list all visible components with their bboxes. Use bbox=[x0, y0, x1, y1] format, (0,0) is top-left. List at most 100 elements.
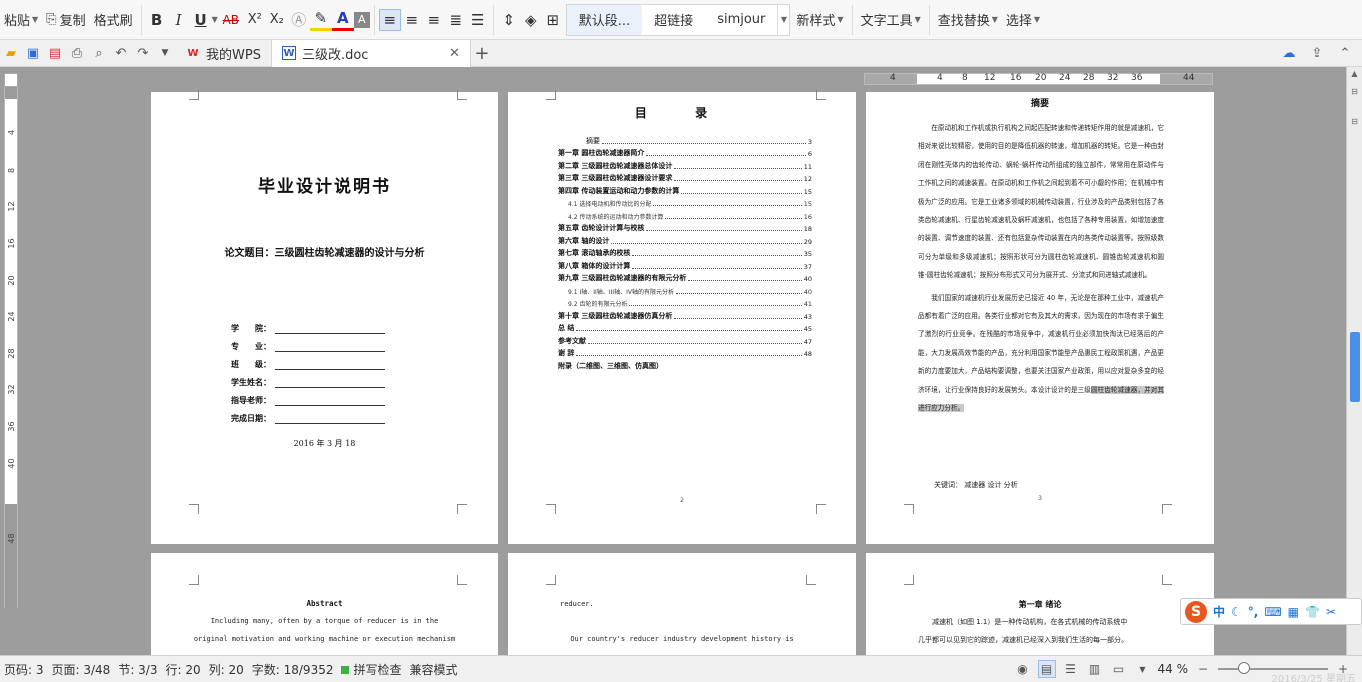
skin-icon[interactable]: 👕 bbox=[1305, 605, 1320, 619]
style-simjour[interactable]: simjour bbox=[705, 5, 777, 35]
vertical-ruler[interactable]: 4 8 12 16 20 24 28 32 36 40 48 bbox=[4, 73, 18, 609]
toc-entry[interactable]: 第十章 三级圆柱齿轮减速器仿真分析 43 bbox=[558, 308, 812, 321]
redo-icon[interactable]: ↷ bbox=[132, 42, 154, 64]
subscript-button[interactable]: X₂ bbox=[266, 5, 288, 35]
vertical-scrollbar[interactable]: ▲ ⊟ ⊟ bbox=[1346, 67, 1362, 655]
status-words[interactable]: 字数: 18/9352 bbox=[248, 661, 338, 678]
tools-icon[interactable]: ✂ bbox=[1326, 605, 1336, 619]
open-folder-icon[interactable]: ▰ bbox=[0, 42, 22, 64]
page-chapter1[interactable]: 第一章 绪论 减速机（如图 1.1）是一种传动机构，在各式机械的传动系统中 几乎… bbox=[866, 553, 1214, 655]
toc-entry[interactable]: 第九章 三级圆柱齿轮减速器的有限元分析 40 bbox=[558, 271, 812, 283]
toc-entry[interactable]: 第五章 齿轮设计计算与校核 18 bbox=[558, 221, 812, 233]
text-tools-button[interactable]: 文字工具 ▼ bbox=[857, 5, 925, 35]
page-cover[interactable]: 毕业设计说明书 论文题目：三级圆柱齿轮减速器的设计与分析 学 院： 专 业： 班… bbox=[151, 90, 498, 544]
border-icon[interactable]: ⊞ bbox=[542, 5, 564, 35]
copy-button[interactable]: ⎘ 复制 bbox=[42, 5, 89, 35]
toc-entry[interactable]: 4.2 传动系统的运动和动力参数计算 16 bbox=[558, 208, 812, 221]
zoom-out-icon[interactable]: − bbox=[1194, 660, 1212, 678]
share-icon[interactable]: ⇪ bbox=[1306, 42, 1328, 64]
status-page[interactable]: 页面: 3/48 bbox=[48, 661, 115, 678]
page-view-icon[interactable]: ▤ bbox=[1037, 660, 1056, 678]
scrollbar-thumb[interactable] bbox=[1350, 332, 1360, 402]
align-right-icon[interactable]: ≡ bbox=[423, 5, 445, 35]
paste-button[interactable]: 粘贴 ▼ bbox=[0, 5, 42, 35]
eye-protect-icon[interactable]: ◉ bbox=[1014, 660, 1032, 678]
outline-view-icon[interactable]: ☰ bbox=[1062, 660, 1080, 678]
bold-button[interactable]: B bbox=[146, 5, 168, 35]
strikethrough-button[interactable]: AB bbox=[218, 5, 244, 35]
line-spacing-icon[interactable]: ⇕ bbox=[498, 5, 520, 35]
toc-entry[interactable]: 4.1 选择电动机和传动比的分配 15 bbox=[558, 196, 812, 208]
shading-icon[interactable]: ◈ bbox=[520, 5, 542, 35]
toc-entry[interactable]: 9.1 I轴、II轴、III轴、IV轴的有限元分析 40 bbox=[558, 283, 812, 296]
web-view-icon[interactable]: ▥ bbox=[1086, 660, 1104, 678]
keyboard-icon[interactable]: ⌨ bbox=[1264, 605, 1281, 619]
pdf-icon[interactable]: ▤ bbox=[44, 42, 66, 64]
toc-entry[interactable]: 参考文献 47 bbox=[558, 333, 812, 346]
toc-entry[interactable]: 第二章 三级圆柱齿轮减速器总体设计 11 bbox=[558, 158, 812, 171]
zoom-level[interactable]: 44 % bbox=[1158, 662, 1189, 676]
page-abstract-en[interactable]: Abstract Including many, often by a torq… bbox=[151, 553, 498, 655]
page-abstract-en-2[interactable]: reducer. Our country's reducer industry … bbox=[508, 553, 856, 655]
italic-button[interactable]: I bbox=[168, 5, 190, 35]
sogou-logo-icon[interactable]: S bbox=[1185, 600, 1207, 623]
select-button[interactable]: 选择 ▼ bbox=[1002, 5, 1044, 35]
page-toc[interactable]: 目 录 摘要 3 第一章 圆柱齿轮减速器简介 6 第二章 三级圆柱齿轮减速器总体设计 11… bbox=[508, 90, 856, 544]
punctuation-icon[interactable]: °, bbox=[1248, 605, 1259, 619]
view-dropdown-icon[interactable]: ▼ bbox=[1134, 660, 1152, 678]
save-icon[interactable]: ▣ bbox=[22, 42, 44, 64]
style-default[interactable]: 默认段... bbox=[566, 4, 643, 35]
tab-document[interactable]: W 三级改.doc ✕ bbox=[270, 39, 471, 67]
status-page-code[interactable]: 页码: 3 bbox=[0, 661, 48, 678]
customize-dropdown-icon[interactable]: ▼ bbox=[154, 42, 176, 64]
char-shading-icon[interactable]: A bbox=[353, 11, 370, 28]
ruler-corner[interactable] bbox=[4, 73, 18, 87]
find-replace-button[interactable]: 查找替换 ▼ bbox=[934, 5, 1002, 35]
document-canvas[interactable]: 4 8 12 16 20 24 28 32 36 40 48 4 4 8 12 … bbox=[0, 67, 1362, 655]
align-center-icon[interactable]: ≡ bbox=[401, 5, 423, 35]
toc-entry[interactable]: 第一章 圆柱齿轮减速器简介 6 bbox=[558, 146, 812, 158]
toc-entry[interactable]: 总 结 45 bbox=[558, 321, 812, 333]
format-painter-button[interactable]: 格式刷 bbox=[90, 5, 137, 35]
toc-entry[interactable]: 摘要 3 bbox=[558, 133, 812, 146]
print-preview-icon[interactable]: ⌕ bbox=[88, 42, 110, 64]
justify-icon[interactable]: ≣ bbox=[445, 5, 467, 35]
toc-entry[interactable]: 第八章 箱体的设计计算 37 bbox=[558, 258, 812, 271]
scroll-up-icon[interactable]: ▲ bbox=[1349, 69, 1360, 83]
font-color-button[interactable]: A bbox=[331, 9, 354, 31]
toc-entry[interactable]: 第七章 滚动轴承的校核 35 bbox=[558, 246, 812, 258]
toc-entry[interactable]: 附录（二维图、三维图、仿真图） bbox=[558, 358, 812, 371]
superscript-button[interactable]: X² bbox=[244, 5, 266, 35]
apps-icon[interactable]: ▦ bbox=[1288, 605, 1299, 619]
spell-check-button[interactable]: 拼写检查 bbox=[337, 661, 405, 678]
distribute-icon[interactable]: ☰ bbox=[467, 5, 489, 35]
align-left-icon[interactable]: ≡ bbox=[378, 8, 401, 31]
text-effect-icon[interactable]: Ⓐ bbox=[288, 5, 310, 35]
toc-entry[interactable]: 第四章 传动装置运动和动力参数的计算 15 bbox=[558, 183, 812, 196]
print-icon[interactable]: ⎙ bbox=[66, 42, 88, 64]
page-abstract[interactable]: 摘要 在原动机和工作机或执行机构之间起匹配转速和传递转矩作用的就是减速机，它相对… bbox=[866, 92, 1214, 544]
toc-entry[interactable]: 谢 辞 48 bbox=[558, 346, 812, 358]
ime-toolbar[interactable]: S 中 ☾ °, ⌨ ▦ 👕 ✂ bbox=[1180, 598, 1362, 625]
style-hyperlink[interactable]: 超链接 bbox=[642, 5, 705, 35]
close-icon[interactable]: ✕ bbox=[449, 46, 460, 61]
toc-entry[interactable]: 第三章 三级圆柱齿轮减速器设计要求 12 bbox=[558, 171, 812, 183]
style-more-button[interactable]: ▼ bbox=[777, 4, 789, 35]
scroll-tools-icon[interactable]: ⊟ bbox=[1349, 87, 1360, 101]
undo-icon[interactable]: ↶ bbox=[110, 42, 132, 64]
read-view-icon[interactable]: ▭ bbox=[1110, 660, 1128, 678]
underline-button[interactable]: U bbox=[190, 5, 212, 35]
new-style-button[interactable]: 新样式 ▼ bbox=[792, 5, 847, 35]
cloud-icon[interactable]: ☁ bbox=[1278, 42, 1300, 64]
toc-entry[interactable]: 9.2 齿轮的有限元分析 41 bbox=[558, 296, 812, 308]
horizontal-ruler[interactable]: 4 4 8 12 16 20 24 28 32 36 44 bbox=[864, 73, 1213, 85]
tab-my-wps[interactable]: W 我的WPS bbox=[176, 40, 271, 67]
highlight-icon[interactable]: ✎ bbox=[309, 9, 332, 31]
ime-mode[interactable]: 中 bbox=[1213, 603, 1225, 620]
new-tab-button[interactable]: + bbox=[471, 42, 493, 64]
collapse-icon[interactable]: ⌃ bbox=[1334, 42, 1356, 64]
moon-icon[interactable]: ☾ bbox=[1231, 605, 1242, 619]
scroll-tools-icon[interactable]: ⊟ bbox=[1349, 117, 1360, 131]
zoom-slider-knob[interactable] bbox=[1238, 662, 1250, 674]
toc-entry[interactable]: 第六章 轴的设计 29 bbox=[558, 233, 812, 246]
